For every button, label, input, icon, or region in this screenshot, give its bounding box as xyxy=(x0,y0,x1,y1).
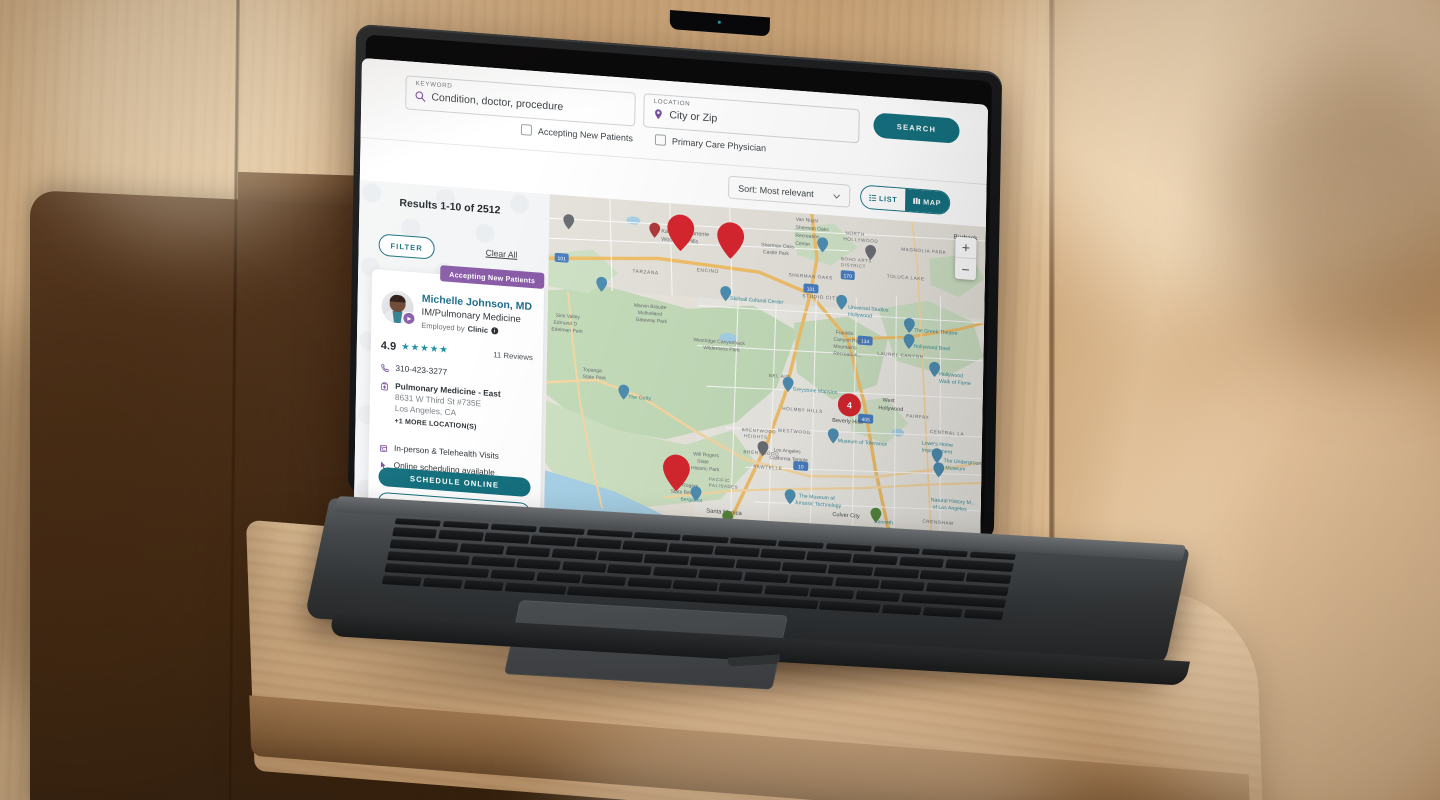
cluster-count: 4 xyxy=(847,400,852,410)
status-badge: Accepting New Patients xyxy=(440,265,545,289)
doctor-text: Michelle Johnson, MD IM/Pulmonary Medici… xyxy=(421,293,532,338)
doctor-result-card[interactable]: Accepting New Patients Michelle Johnson,… xyxy=(367,265,545,532)
results-pane: Results 1-10 of 2512 FILTER Clear All Ac… xyxy=(353,180,550,532)
avatar-hair xyxy=(389,294,406,303)
zoom-out-button[interactable]: − xyxy=(955,258,976,281)
hospital-icon xyxy=(381,382,389,391)
svg-text:101: 101 xyxy=(807,287,816,294)
checkbox-label: Primary Care Physician xyxy=(671,135,767,153)
rating-row: 4.9 ★ ★ ★ ★ ★ 11 Reviews xyxy=(381,340,533,363)
results-count: Results 1-10 of 2512 xyxy=(399,197,501,217)
list-icon xyxy=(868,194,877,201)
star-icon: ★ xyxy=(429,343,439,356)
employed-prefix: Employed by xyxy=(421,320,465,334)
zoom-in-button[interactable]: + xyxy=(955,236,977,260)
review-count[interactable]: 11 Reviews xyxy=(493,350,533,362)
visit-types-text: In-person & Telehealth Visits xyxy=(393,442,499,461)
star-icon: ★ xyxy=(420,343,429,355)
doctor-search-app: KEYWORD Condition, doctor, procedure LOC… xyxy=(353,58,988,553)
phone-number[interactable]: 310-423-3277 xyxy=(395,363,447,378)
map-label: MAP xyxy=(923,196,942,208)
rating-value: 4.9 xyxy=(380,339,397,353)
laptop: KEYWORD Condition, doctor, procedure LOC… xyxy=(0,0,1440,800)
location-row: Pulmonary Medicine - East 8631 W Third S… xyxy=(379,380,501,434)
visit-types-row: In-person & Telehealth Visits xyxy=(379,442,499,462)
location-label: LOCATION xyxy=(653,97,691,108)
map-pin-icon xyxy=(655,109,662,120)
webcam-notch xyxy=(669,10,770,37)
svg-text:101: 101 xyxy=(557,256,566,263)
avatar xyxy=(381,289,416,326)
star-icon: ★ xyxy=(401,341,410,354)
highway-shield: 101 xyxy=(803,283,819,294)
map-zoom-controls[interactable]: + − xyxy=(954,236,977,281)
star-icon: ★ xyxy=(410,342,420,354)
search-button[interactable]: SEARCH xyxy=(873,112,960,144)
star-rating: ★ ★ ★ ★ ★ xyxy=(401,341,448,357)
filter-button[interactable]: FILTER xyxy=(378,233,435,260)
video-badge-icon[interactable] xyxy=(402,311,416,326)
keyword-label: KEYWORD xyxy=(415,80,453,90)
view-toggle[interactable]: LIST MAP xyxy=(859,184,951,216)
phone-icon xyxy=(381,364,389,373)
avatar-coat-left xyxy=(382,309,395,325)
checkbox-box[interactable] xyxy=(520,124,533,136)
map-canvas[interactable]: 101 134 405 10 101 170 NORTH HOLLYWOOD M… xyxy=(543,194,986,553)
info-icon[interactable]: i xyxy=(490,327,499,335)
webcam-indicator-icon xyxy=(717,20,721,24)
tab-list-view[interactable]: LIST xyxy=(860,185,906,211)
svg-text:170: 170 xyxy=(844,273,853,280)
checkbox-label: Accepting New Patients xyxy=(537,125,634,143)
phone-row[interactable]: 310-423-3277 xyxy=(380,362,447,378)
sort-dropdown[interactable]: Sort: Most relevant xyxy=(727,175,851,208)
map-pane[interactable]: 101 134 405 10 101 170 NORTH HOLLYWOOD M… xyxy=(543,194,986,553)
employer-name: Clinic xyxy=(467,324,489,335)
keyword-input[interactable]: Condition, doctor, procedure xyxy=(431,91,563,113)
highway-shield: 170 xyxy=(840,270,855,281)
list-label: LIST xyxy=(878,193,898,204)
doctor-identity: Michelle Johnson, MD IM/Pulmonary Medici… xyxy=(381,289,532,338)
content-area: Results 1-10 of 2512 FILTER Clear All Ac… xyxy=(353,180,986,553)
search-icon xyxy=(415,91,426,102)
svg-text:10: 10 xyxy=(798,464,804,470)
location-text: Pulmonary Medicine - East 8631 W Third S… xyxy=(394,381,500,434)
accepting-new-patients-checkbox[interactable]: Accepting New Patients xyxy=(520,124,634,143)
map-label: Center xyxy=(795,241,810,248)
map-grid-icon xyxy=(913,197,921,204)
chevron-down-icon xyxy=(833,194,841,199)
clear-all-link[interactable]: Clear All xyxy=(486,248,518,260)
map-label: State xyxy=(697,459,709,466)
calendar-icon xyxy=(380,444,387,453)
checkbox-box[interactable] xyxy=(654,134,667,146)
sort-label: Sort: Most relevant xyxy=(738,182,814,199)
tab-map-view[interactable]: MAP xyxy=(904,188,950,215)
location-input[interactable]: City or Zip xyxy=(669,109,717,125)
primary-care-physician-checkbox[interactable]: Primary Care Physician xyxy=(654,134,767,153)
play-triangle-icon xyxy=(407,316,412,321)
laptop-screen: KEYWORD Condition, doctor, procedure LOC… xyxy=(353,58,988,553)
highway-shield: 101 xyxy=(554,252,569,263)
map-label: West xyxy=(882,397,895,404)
more-locations-link[interactable]: +1 MORE LOCATION(S) xyxy=(394,416,500,433)
keyword-field[interactable]: KEYWORD Condition, doctor, procedure xyxy=(405,75,636,127)
star-icon: ★ xyxy=(439,344,448,357)
